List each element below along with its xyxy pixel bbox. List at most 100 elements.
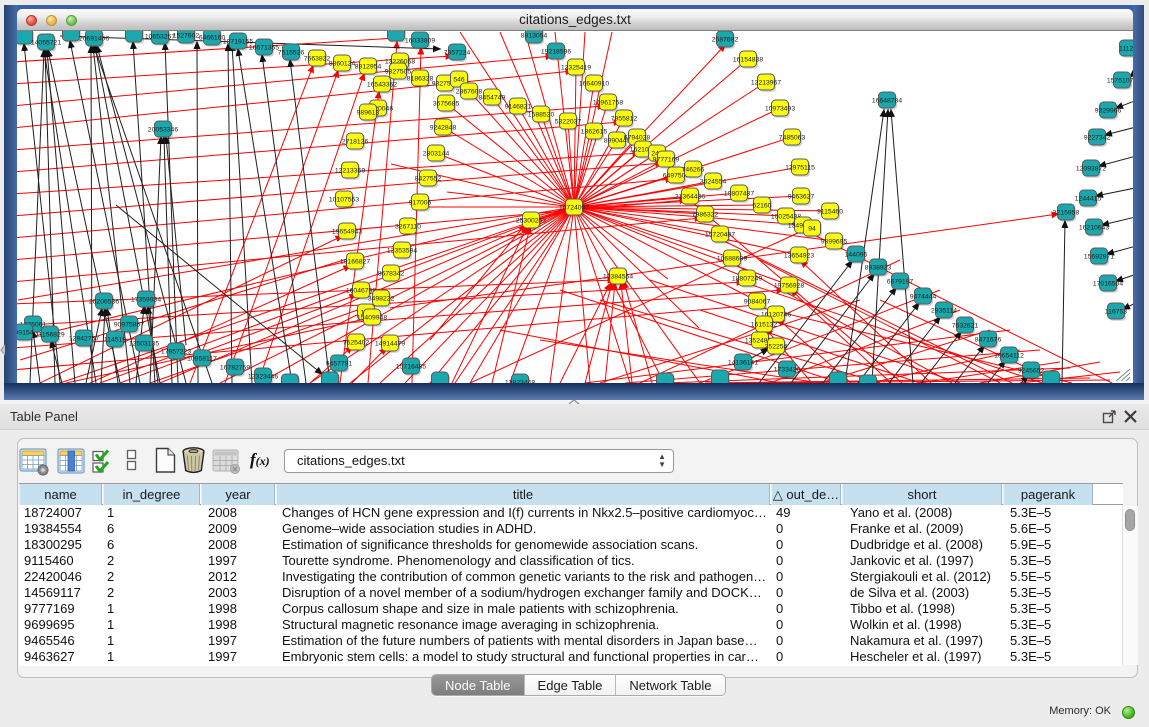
svg-text:1527602: 1527602 [173, 32, 200, 39]
svg-text:16033809: 16033809 [405, 37, 435, 44]
svg-text:12975115: 12975115 [785, 164, 815, 171]
svg-text:9084067: 9084067 [744, 298, 771, 305]
svg-text:2087682: 2087682 [712, 36, 739, 43]
svg-text:7986322: 7986322 [692, 211, 719, 218]
svg-text:10807487: 10807487 [724, 190, 754, 197]
svg-text:12213967: 12213967 [751, 79, 781, 86]
svg-text:16046798: 16046798 [346, 287, 376, 294]
svg-text:3267110: 3267110 [395, 223, 421, 230]
svg-text:20053346: 20053346 [148, 126, 178, 133]
svg-text:989613: 989613 [357, 109, 380, 116]
svg-text:9474444: 9474444 [910, 293, 937, 300]
svg-text:94: 94 [808, 225, 816, 232]
svg-text:9146821: 9146821 [505, 103, 532, 110]
svg-text:1615132: 1615132 [751, 321, 778, 328]
svg-text:3215958: 3215958 [1053, 209, 1080, 216]
svg-text:10654112: 10654112 [994, 352, 1024, 359]
svg-text:16961758: 16961758 [593, 99, 623, 106]
svg-text:15409948: 15409948 [357, 314, 387, 321]
svg-text:746266: 746266 [682, 166, 705, 173]
svg-text:16543362: 16543362 [367, 81, 397, 88]
svg-text:62160: 62160 [753, 202, 772, 209]
svg-text:3624554: 3624554 [700, 178, 727, 185]
svg-text:12353594: 12353594 [387, 247, 417, 254]
svg-text:7357224: 7357224 [444, 49, 471, 56]
svg-text:10958117: 10958117 [187, 355, 217, 362]
svg-text:90975867: 90975867 [114, 321, 144, 328]
svg-text:9227342: 9227342 [1084, 134, 1111, 141]
svg-text:8912954: 8912954 [355, 63, 382, 70]
svg-text:144095: 144095 [845, 251, 868, 258]
svg-text:9329966: 9329966 [1095, 107, 1122, 114]
svg-text:12503135: 12503135 [129, 340, 159, 347]
svg-text:17016504: 17016504 [1093, 280, 1123, 287]
svg-text:10653267: 10653267 [145, 33, 175, 40]
svg-text:7515526: 7515526 [278, 49, 305, 56]
svg-text:16154838: 16154838 [733, 56, 763, 63]
svg-text:7632621: 7632621 [952, 322, 979, 329]
svg-text:8938923: 8938923 [865, 264, 892, 271]
svg-text:8860124: 8860124 [329, 60, 356, 67]
svg-text:12823448: 12823448 [505, 379, 535, 383]
svg-text:8678342: 8678342 [378, 270, 405, 277]
svg-text:8471676: 8471676 [975, 336, 1002, 343]
svg-text:18724007: 18724007 [559, 204, 589, 211]
svg-text:19384554: 19384554 [603, 273, 633, 280]
svg-text:9327505: 9327505 [385, 68, 412, 75]
svg-text:1588520: 1588520 [528, 111, 555, 118]
svg-text:11156829: 11156829 [35, 331, 64, 338]
svg-text:16648784: 16648784 [872, 97, 902, 104]
svg-text:3675685: 3675685 [433, 100, 460, 107]
svg-text:16782759: 16782759 [220, 364, 250, 371]
svg-text:2718126: 2718126 [342, 138, 369, 145]
svg-text:6679197: 6679197 [887, 278, 914, 285]
svg-text:12942757: 12942757 [69, 335, 99, 342]
svg-text:2935114: 2935114 [931, 307, 957, 314]
svg-text:9463627: 9463627 [788, 193, 815, 200]
svg-text:20206536: 20206536 [89, 298, 119, 305]
svg-text:15692971: 15692971 [1084, 253, 1114, 260]
svg-text:20691406: 20691406 [79, 35, 109, 42]
svg-text:12323446: 12323446 [248, 373, 278, 380]
svg-text:7485063: 7485063 [779, 134, 806, 141]
svg-text:2803144: 2803144 [423, 150, 450, 157]
svg-text:15751074: 15751074 [1107, 77, 1133, 84]
svg-text:18807249: 18807249 [732, 275, 762, 282]
svg-text:7663822: 7663822 [304, 55, 331, 62]
svg-text:6466160: 6466160 [199, 34, 226, 41]
svg-text:14136141: 14136141 [728, 359, 758, 366]
svg-text:9899695: 9899695 [821, 238, 848, 245]
svg-text:9457791: 9457791 [326, 360, 353, 367]
svg-text:116753: 116753 [1105, 308, 1127, 315]
svg-text:8186328: 8186328 [407, 75, 434, 82]
svg-text:5322037: 5322037 [555, 118, 582, 125]
svg-text:252254: 252254 [765, 343, 788, 350]
svg-text:17359934: 17359934 [131, 296, 161, 303]
svg-text:1244415: 1244415 [1075, 195, 1102, 202]
svg-text:10973493: 10973493 [765, 105, 795, 112]
svg-text:1362615: 1362615 [581, 128, 608, 135]
svg-text:1733426: 1733426 [774, 366, 801, 373]
svg-text:9777169: 9777169 [653, 156, 680, 163]
svg-text:12213369: 12213369 [335, 167, 365, 174]
svg-text:16671355: 16671355 [249, 44, 279, 51]
svg-text:16210643: 16210643 [1079, 224, 1109, 231]
svg-text:8427552: 8427552 [415, 175, 442, 182]
svg-text:9245652: 9245652 [1018, 367, 1045, 374]
svg-text:14914479: 14914479 [375, 340, 405, 347]
svg-text:25300203: 25300203 [516, 217, 546, 224]
svg-text:8454749: 8454749 [479, 94, 506, 101]
svg-text:17957223: 17957223 [161, 348, 191, 355]
svg-text:16640910: 16640910 [579, 80, 609, 87]
svg-text:11123: 11123 [1119, 45, 1133, 52]
svg-text:12325419: 12325419 [561, 64, 591, 71]
svg-text:6794028: 6794028 [624, 134, 651, 141]
svg-text:21364436: 21364436 [675, 193, 705, 200]
svg-text:19654943: 19654943 [332, 228, 362, 235]
svg-text:19218596: 19218596 [541, 48, 571, 55]
svg-text:13654923: 13654923 [784, 252, 814, 259]
svg-text:8813054: 8813054 [521, 32, 548, 39]
svg-text:15720407: 15720407 [705, 231, 735, 238]
svg-text:10688609: 10688609 [717, 255, 747, 262]
svg-text:39154: 39154 [17, 329, 34, 336]
